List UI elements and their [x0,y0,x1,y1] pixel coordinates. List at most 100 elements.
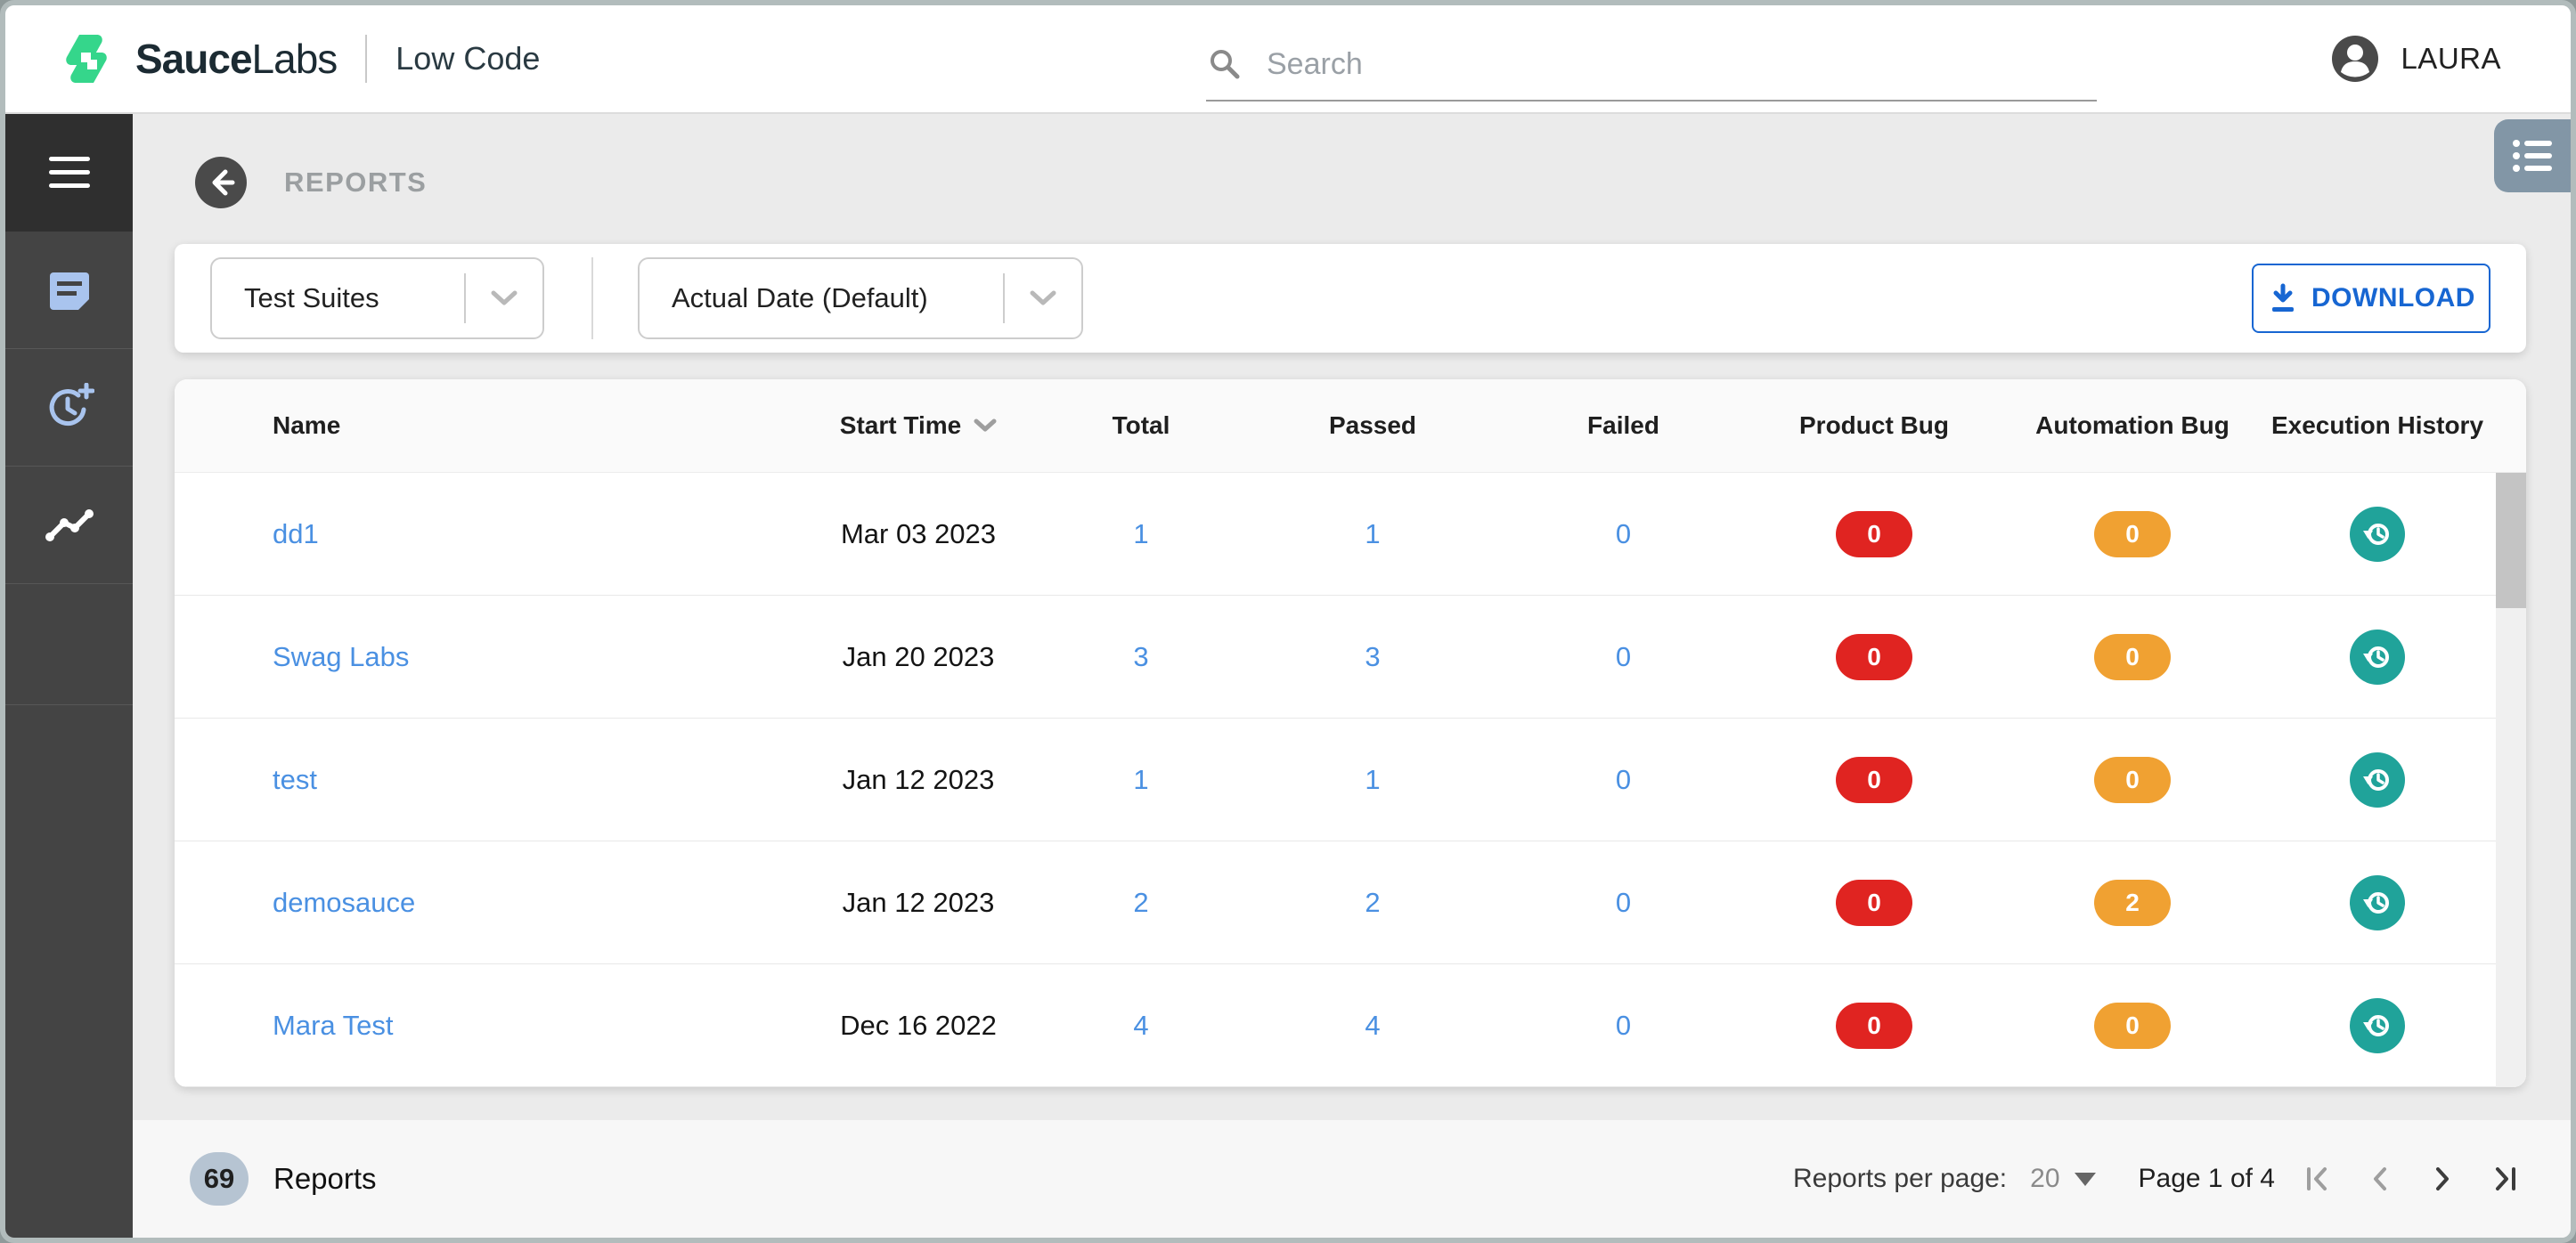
total-link[interactable]: 1 [1133,764,1148,796]
count-pill: 69 [190,1152,249,1206]
report-count: 69 Reports [133,1152,1793,1206]
search-placeholder: Search [1267,46,1363,81]
scrollbar-thumb[interactable] [2496,473,2526,608]
search-input[interactable]: Search [1206,28,2097,102]
column-header-execution-history: Execution History [2270,411,2484,439]
last-page-button[interactable] [2485,1159,2524,1198]
footer-bar: 69 Reports Reports per page: 20 Page 1 o… [133,1120,2571,1238]
view-list-button[interactable] [2494,119,2571,192]
next-page-button[interactable] [2423,1159,2462,1198]
failed-link[interactable]: 0 [1616,1010,1631,1042]
reports-table: Name Start Time Total Passed Failed Prod… [175,379,2526,1087]
execution-history-button[interactable] [2350,874,2405,930]
passed-link[interactable]: 2 [1365,887,1380,919]
automation-bug-badge[interactable]: 0 [2094,510,2171,557]
total-link[interactable]: 4 [1133,1010,1148,1042]
app-window: SauceLabs Low Code Search LAURA REPORTS … [0,0,2576,1243]
table-row: test Jan 12 2023 1 1 0 0 0 [175,719,2526,841]
failed-link[interactable]: 0 [1616,764,1631,796]
report-name-link[interactable]: demosauce [273,887,415,919]
sidebar-item-menu[interactable] [5,114,133,232]
column-header-product-bug: Product Bug [1799,411,1949,439]
download-icon [2267,282,2299,314]
brand: SauceLabs Low Code [57,5,540,112]
chevron-down-icon [1005,289,1081,307]
chevron-right-icon [2436,1167,2449,1190]
chevron-left-icon [2374,1167,2386,1190]
column-header-start-time[interactable]: Start Time [798,379,1039,472]
sidebar-spacer [5,584,133,705]
total-link[interactable]: 3 [1133,641,1148,673]
sidebar-item-reports[interactable] [5,467,133,584]
report-name-link[interactable]: dd1 [273,518,319,550]
sidebar-item-schedule[interactable] [5,349,133,467]
total-link[interactable]: 2 [1133,887,1148,919]
passed-link[interactable]: 4 [1365,1010,1380,1042]
table-row: Swag Labs Jan 20 2023 3 3 0 0 0 [175,596,2526,719]
history-icon [2363,891,2389,914]
product-bug-badge[interactable]: 0 [1836,1002,1912,1049]
product-bug-badge[interactable]: 0 [1836,633,1912,680]
search-icon [1206,45,1243,83]
start-time-cell: Dec 16 2022 [840,1009,997,1041]
failed-link[interactable]: 0 [1616,887,1631,919]
execution-history-button[interactable] [2350,751,2405,808]
start-time-cell: Mar 03 2023 [840,517,997,549]
chevron-down-icon [466,289,542,307]
execution-history-button[interactable] [2350,506,2405,562]
report-name-link[interactable]: Swag Labs [273,641,409,673]
report-name-link[interactable]: test [273,764,317,796]
failed-link[interactable]: 0 [1616,641,1631,673]
passed-link[interactable]: 1 [1365,518,1380,550]
history-icon [2363,768,2389,791]
back-button[interactable] [195,157,247,208]
page-title: REPORTS [284,167,428,198]
column-header-passed: Passed [1328,411,1417,439]
first-page-button[interactable] [2298,1159,2337,1198]
table-row: Mara Test Dec 16 2022 4 4 0 0 0 [175,964,2526,1087]
download-label: DOWNLOAD [2311,283,2475,313]
automation-bug-badge[interactable]: 2 [2094,879,2171,926]
download-button[interactable]: DOWNLOAD [2252,264,2490,333]
product-bug-badge[interactable]: 0 [1836,756,1912,803]
filter-separator [591,257,593,339]
filter-card: Test Suites Actual Date (Default) DOWNLO… [175,244,2526,353]
document-icon [46,267,93,313]
per-page-select[interactable]: 20 [2030,1164,2096,1194]
execution-history-button[interactable] [2350,629,2405,685]
count-label: Reports [273,1162,377,1195]
list-icon [2513,139,2552,173]
arrow-left-icon [212,169,235,196]
sidebar-item-documents[interactable] [5,232,133,349]
failed-link[interactable]: 0 [1616,518,1631,550]
history-icon [2363,523,2389,545]
previous-page-button[interactable] [2360,1159,2400,1198]
automation-bug-badge[interactable]: 0 [2094,1002,2171,1049]
per-page-label: Reports per page: [1793,1164,2008,1193]
column-header-failed: Failed [1587,411,1659,439]
passed-link[interactable]: 3 [1365,641,1380,673]
saucelabs-logo-icon [57,29,116,88]
automation-bug-badge[interactable]: 0 [2094,633,2171,680]
report-name-link[interactable]: Mara Test [273,1010,394,1042]
automation-bug-badge[interactable]: 0 [2094,756,2171,803]
history-icon [2363,646,2389,668]
date-filter-dropdown[interactable]: Actual Date (Default) [638,257,1083,339]
start-time-cell: Jan 20 2023 [842,640,995,672]
user-menu[interactable]: LAURA [2331,5,2501,112]
product-bug-badge[interactable]: 0 [1836,510,1912,557]
sort-chevron-down-icon [974,418,997,433]
sidebar [5,114,133,1238]
product-bug-badge[interactable]: 0 [1836,879,1912,926]
execution-history-button[interactable] [2350,997,2405,1053]
main-content: REPORTS Test Suites Actual Date (Default… [133,114,2571,1238]
date-filter-value: Actual Date (Default) [672,282,928,313]
total-link[interactable]: 1 [1133,518,1148,550]
suite-filter-dropdown[interactable]: Test Suites [210,257,544,339]
brand-divider [365,35,368,83]
table-row: dd1 Mar 03 2023 1 1 0 0 0 [175,473,2526,596]
passed-link[interactable]: 1 [1365,764,1380,796]
trend-line-icon [45,507,94,544]
table-header-row: Name Start Time Total Passed Failed Prod… [175,379,2526,473]
hamburger-menu-icon [48,157,90,189]
